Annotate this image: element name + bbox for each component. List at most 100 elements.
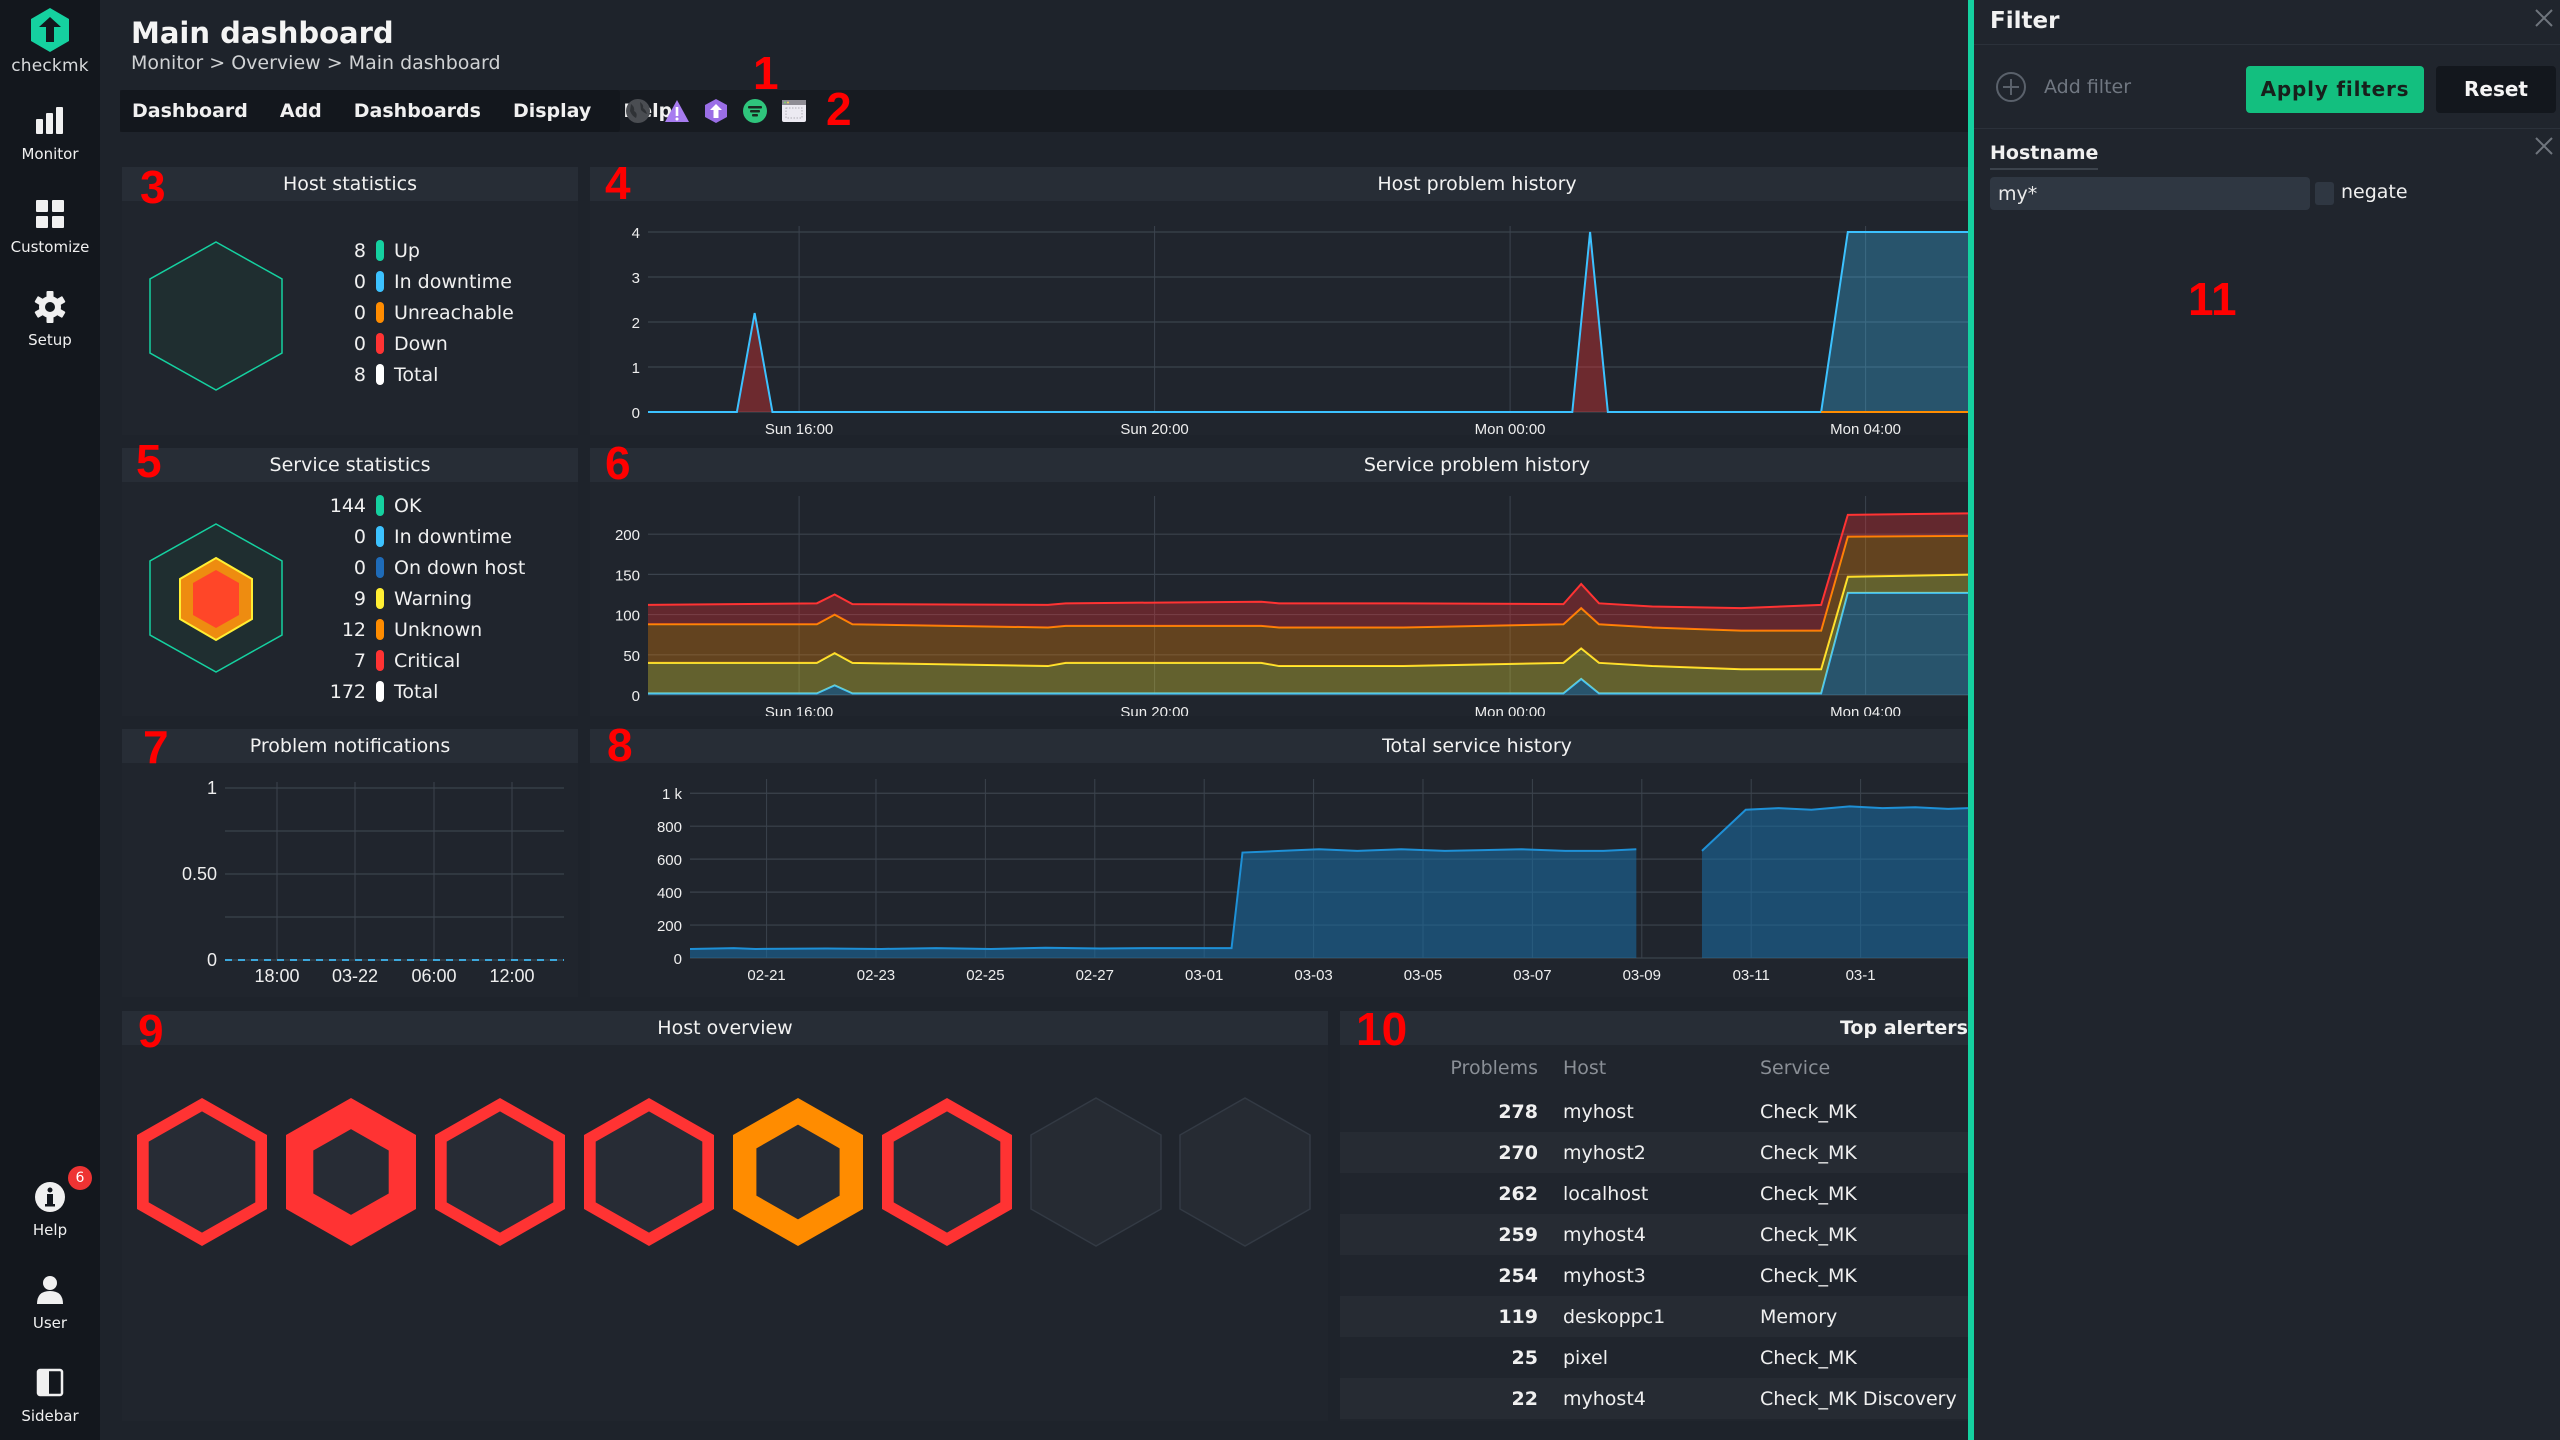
host-stats-list: 8 Up 0 In downtime 0 Unreachable 0 Down 8 Total [322,235,514,390]
nav-user[interactable]: User [0,1273,100,1332]
stat-count: 8 [353,239,366,262]
reset-button[interactable]: Reset [2436,66,2556,113]
stat-label: In downtime [394,525,512,548]
nav-monitor[interactable]: Monitor [0,104,100,163]
menu-dashboards[interactable]: Dashboards [354,100,481,122]
service-link[interactable]: Check_MK [1760,1224,1857,1246]
host-link[interactable]: myhost3 [1538,1265,1760,1287]
stat-row-down[interactable]: 0 Down [322,328,514,359]
apply-filters-button[interactable]: Apply filters [2246,66,2424,113]
service-link[interactable]: Check_MK [1760,1101,1857,1123]
series-area-critical [648,513,1968,631]
stat-row-warning[interactable]: 9 Warning [322,583,525,614]
problems-count: 119 [1498,1305,1538,1328]
service-statistics-dashlet: Service statistics 144 OK 0 In downtime 0 On … [122,448,578,716]
host-hexagon[interactable] [584,1098,714,1246]
stat-label: In downtime [394,270,512,293]
stat-row-unknown[interactable]: 12 Unknown [322,614,525,645]
breadcrumb[interactable]: Monitor > Overview > Main dashboard [131,52,501,74]
checkmk-logo-icon[interactable] [703,98,729,124]
nav-customize[interactable]: Customize [0,197,100,256]
problems-count: 259 [1498,1223,1538,1246]
host-hexagon[interactable] [1179,1097,1311,1247]
column-header-service[interactable]: Service [1760,1057,1830,1079]
total-services-area [690,849,1637,958]
service-link[interactable]: Check_MK [1760,1142,1857,1164]
negate-checkbox[interactable] [2315,182,2334,205]
service-link[interactable]: Check_MK [1760,1183,1857,1205]
y-tick-label: 0 [207,950,217,970]
service-link[interactable]: Check_MK Discovery [1760,1388,1957,1410]
nav-setup[interactable]: Setup [0,290,100,349]
host-hexagon[interactable] [1030,1097,1162,1247]
status-color-pill [376,240,384,261]
host-hexagon[interactable] [435,1098,565,1246]
top-alerters-dashlet: Top alerters (la Problems Host Service 2… [1340,1011,1968,1421]
remove-filter-icon[interactable] [2534,136,2554,156]
stat-row-ok[interactable]: 144 OK [322,490,525,521]
stat-row-up[interactable]: 8 Up [322,235,514,266]
stat-row-in-downtime[interactable]: 0 In downtime [322,266,514,297]
nav-sidebar[interactable]: Sidebar [0,1366,100,1425]
checkmk-logo[interactable]: checkmk [0,6,100,76]
host-link[interactable]: myhost4 [1538,1224,1760,1246]
host-link[interactable]: myhost4 [1538,1388,1760,1410]
host-hexagon[interactable] [733,1098,863,1246]
hostname-input[interactable] [1990,177,2310,210]
service-hexagon [149,523,283,673]
stat-row-total[interactable]: 8 Total [322,359,514,390]
status-color-pill [376,619,384,640]
column-header-host[interactable]: Host [1538,1057,1760,1079]
filter-icon[interactable] [742,98,768,124]
host-hexagon[interactable] [882,1098,1012,1246]
stat-row-critical[interactable]: 7 Critical [322,645,525,676]
menu-display[interactable]: Display [513,100,591,122]
host-hexagon[interactable] [137,1098,267,1246]
filter-group-hostname: Hostname [1990,142,2099,170]
table-header: Problems Host Service [1340,1045,1968,1091]
stat-row-unreachable[interactable]: 0 Unreachable [322,297,514,328]
host-hexagon[interactable] [286,1098,416,1246]
dashlet-title-text: Service problem history [1363,454,1591,476]
menu-dashboard[interactable]: Dashboard [132,100,248,122]
nav-label: Help [32,1221,68,1239]
y-tick-label: 3 [632,270,640,287]
table-row[interactable]: 25 pixel Check_MK [1340,1337,1968,1378]
host-link[interactable]: localhost [1538,1183,1760,1205]
column-header-problems[interactable]: Problems [1340,1057,1538,1079]
table-row[interactable]: 119 deskoppc1 Memory [1340,1296,1968,1337]
stat-row-on-down-host[interactable]: 0 On down host [322,552,525,583]
status-color-pill [376,588,384,609]
host-link[interactable]: myhost [1538,1101,1760,1123]
globe-icon[interactable] [625,98,651,124]
x-tick-label: 02-21 [747,967,785,984]
host-link[interactable]: deskoppc1 [1538,1306,1760,1328]
total-service-history-chart: 0 200 400 600 800 1 k 02-21 02-23 02-25 02-27 03-0… [657,779,1968,984]
service-link[interactable]: Memory [1760,1306,1837,1328]
table-row[interactable]: 278 myhost Check_MK [1340,1091,1968,1132]
annotation-1: 1 [753,47,779,99]
status-color-pill [376,333,384,354]
menu-add[interactable]: Add [280,100,322,122]
stat-count: 144 [329,494,366,517]
service-link[interactable]: Check_MK [1760,1347,1857,1369]
add-filter-button[interactable]: Add filter [1994,70,2131,104]
host-problem-history-chart: 0 1 2 3 4 Sun 16:00 Sun 20:00 Mon 00:00 Mon 04:0… [632,225,1968,435]
table-row[interactable]: 259 myhost4 Check_MK [1340,1214,1968,1255]
table-row[interactable]: 262 localhost Check_MK [1340,1173,1968,1214]
service-link[interactable]: Check_MK [1760,1265,1857,1287]
host-link[interactable]: myhost2 [1538,1142,1760,1164]
stat-count: 0 [353,525,366,548]
window-icon[interactable] [781,98,807,124]
table-row[interactable]: 22 myhost4 Check_MK Discovery [1340,1378,1968,1419]
host-link[interactable]: pixel [1538,1347,1760,1369]
top-alerters-table: Problems Host Service 278 myhost Check_MK 2… [1340,1045,1968,1419]
stat-row-in-downtime[interactable]: 0 In downtime [322,521,525,552]
nav-help[interactable]: 6 Help [0,1166,100,1239]
table-row[interactable]: 270 myhost2 Check_MK [1340,1132,1968,1173]
stat-row-total[interactable]: 172 Total [322,676,525,707]
stat-label: OK [394,494,422,517]
table-row[interactable]: 254 myhost3 Check_MK [1340,1255,1968,1296]
close-icon[interactable] [2534,8,2554,28]
warning-icon[interactable] [664,98,690,124]
